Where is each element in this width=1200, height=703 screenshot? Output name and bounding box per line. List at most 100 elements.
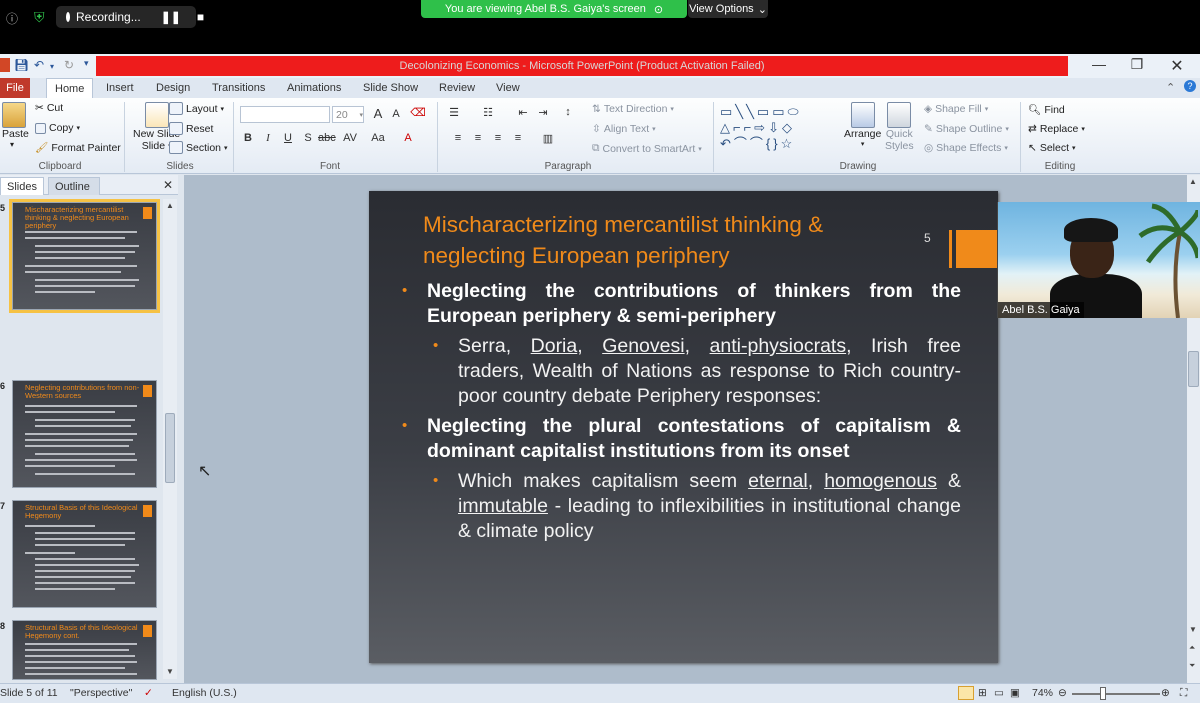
font-color-icon[interactable]: A (400, 132, 416, 144)
columns-icon[interactable]: ▥ (540, 132, 556, 145)
ribbon-minimize-icon[interactable]: ⌃ (1166, 81, 1175, 94)
find-button[interactable]: 🔍︎ Find (1028, 103, 1065, 117)
tab-insert[interactable]: Insert (98, 78, 142, 98)
theme-name[interactable]: "Perspective" (70, 687, 132, 699)
font-size-combo[interactable]: 20 ▾ (332, 106, 364, 123)
participant-video[interactable]: Abel B.S. Gaiya (997, 202, 1200, 318)
shadow-icon[interactable]: S (300, 132, 316, 144)
scrollbar-thumb[interactable] (165, 413, 175, 483)
slide-thumbnail-6[interactable]: Neglecting contributions from non-Wester… (12, 380, 157, 488)
tab-home[interactable]: Home (46, 78, 94, 98)
select-button[interactable]: ↖ Select ▾ (1028, 142, 1076, 154)
replace-button[interactable]: ⇄ Replace ▾ (1028, 123, 1085, 135)
zoom-level[interactable]: 74% (1032, 687, 1053, 699)
scrollbar-thumb[interactable] (1188, 351, 1199, 387)
tab-transitions[interactable]: Transitions (204, 78, 273, 98)
scroll-up-icon[interactable]: ▲ (1189, 177, 1197, 186)
shapes-gallery[interactable]: ▭╲╲▭▭⬭ △⌐⌐⇨⇩◇ ↶⌒⌒{}☆ (720, 104, 832, 154)
shape-fill-button[interactable]: ◈ Shape Fill ▾ (924, 103, 988, 115)
normal-view-icon[interactable] (958, 686, 974, 700)
format-painter-button[interactable]: 🖌︎ Format Painter (35, 141, 121, 155)
bullet-1-sub-text[interactable]: Serra, Doria, Genovesi, anti-physiocrats… (458, 334, 961, 409)
increase-indent-icon[interactable]: ⇥ (535, 106, 551, 119)
bullet-1-text[interactable]: Neglecting the contributions of thinkers… (427, 279, 961, 329)
copy-dropdown-icon[interactable]: ▾ (77, 124, 81, 132)
tab-file[interactable]: File (0, 78, 30, 98)
cut-button[interactable]: ✂ Cut (35, 102, 63, 114)
save-icon[interactable]: 💾︎ (14, 58, 29, 72)
slide-title[interactable]: Mischaracterizing mercantilist thinking … (423, 209, 903, 271)
justify-icon[interactable]: ≡ (510, 132, 526, 144)
shield-check-icon[interactable]: ⛨ (34, 9, 45, 26)
paste-button[interactable]: Paste ▾ (2, 102, 29, 149)
text-direction-button[interactable]: ⇅ Text Direction ▾ (592, 103, 674, 115)
align-left-icon[interactable]: ≡ (450, 132, 466, 144)
underline-icon[interactable]: U (280, 132, 296, 144)
layout-button[interactable]: Layout ▾ (169, 102, 224, 115)
close-button[interactable]: ✕ (1162, 56, 1192, 76)
help-icon[interactable]: ? (1184, 80, 1196, 92)
line-spacing-icon[interactable]: ↕ (560, 106, 576, 118)
stop-recording-icon[interactable]: ■ (197, 10, 204, 24)
undo-dropdown-icon[interactable]: ▾ (50, 62, 54, 71)
arrange-button[interactable]: Arrange ▾ (844, 102, 881, 148)
bullet-2-sub-text[interactable]: Which makes capitalism seem eternal, hom… (458, 469, 961, 544)
tab-design[interactable]: Design (148, 78, 198, 98)
tab-slides[interactable]: Slides (0, 177, 44, 195)
reading-view-icon[interactable]: ▭ (994, 687, 1004, 699)
quick-styles-button[interactable]: Quick Styles (885, 102, 914, 152)
copy-button[interactable]: Copy ▾ (35, 122, 80, 134)
tab-review[interactable]: Review (431, 78, 483, 98)
shrink-font-icon[interactable]: A (388, 108, 404, 120)
change-case-icon[interactable]: Aa (370, 132, 386, 144)
info-icon[interactable]: ⓘ (6, 10, 18, 27)
spellcheck-icon[interactable]: ✓ (144, 687, 153, 699)
previous-slide-icon[interactable]: ⏶ (1189, 643, 1195, 653)
decrease-indent-icon[interactable]: ⇤ (515, 106, 531, 119)
slides-panel-scrollbar[interactable]: ▲ ▼ (163, 199, 177, 679)
bold-icon[interactable]: B (240, 132, 256, 144)
align-center-icon[interactable]: ≡ (470, 132, 486, 144)
view-options-button[interactable]: View Options ⌄ (688, 0, 768, 18)
zoom-slider-knob[interactable] (1100, 687, 1106, 700)
paste-dropdown-icon[interactable]: ▾ (2, 140, 29, 149)
slide-thumbnail-7[interactable]: Structural Basis of this Ideological Heg… (12, 500, 157, 608)
customize-toolbar-icon[interactable]: ▾ (84, 58, 89, 69)
convert-smartart-button[interactable]: ⧉ Convert to SmartArt ▾ (592, 142, 702, 155)
fit-to-window-icon[interactable]: ⛶ (1180, 687, 1187, 700)
shape-effects-button[interactable]: ◎ Shape Effects ▾ (924, 142, 1008, 154)
align-right-icon[interactable]: ≡ (490, 132, 506, 144)
pause-recording-icon[interactable]: ❚❚ (161, 10, 181, 24)
tab-view[interactable]: View (488, 78, 528, 98)
slide-sorter-icon[interactable]: ⊞ (978, 687, 987, 699)
redo-icon[interactable]: ↻ (64, 58, 74, 72)
section-button[interactable]: Section ▾ (169, 141, 228, 154)
font-name-combo[interactable] (240, 106, 330, 123)
zoom-in-icon[interactable]: ⊕ (1161, 687, 1170, 699)
minimize-button[interactable]: — (1084, 56, 1114, 72)
tab-animations[interactable]: Animations (279, 78, 349, 98)
align-text-button[interactable]: ⇳ Align Text ▾ (592, 123, 656, 135)
reset-button[interactable]: Reset (169, 122, 213, 135)
clear-formatting-icon[interactable]: ⌫ (410, 106, 426, 119)
numbering-icon[interactable]: ☷ (480, 106, 496, 119)
maximize-button[interactable]: ❐ (1122, 56, 1152, 73)
bullet-2-text[interactable]: Neglecting the plural contestations of c… (427, 414, 961, 464)
italic-icon[interactable]: I (260, 132, 276, 144)
slide-thumbnail-8[interactable]: Structural Basis of this Ideological Heg… (12, 620, 157, 680)
language-indicator[interactable]: English (U.S.) (172, 687, 237, 699)
current-slide[interactable]: Mischaracterizing mercantilist thinking … (369, 191, 998, 663)
close-panel-icon[interactable]: ✕ (163, 178, 173, 192)
tab-slide-show[interactable]: Slide Show (355, 78, 426, 98)
character-spacing-icon[interactable]: AV (342, 132, 358, 144)
next-slide-icon[interactable]: ⏷ (1189, 661, 1195, 671)
undo-icon[interactable]: ↶ (34, 58, 44, 72)
shape-outline-button[interactable]: ✎ Shape Outline ▾ (924, 123, 1009, 135)
zoom-out-icon[interactable]: ⊖ (1058, 687, 1067, 699)
scroll-up-icon[interactable]: ▲ (166, 201, 174, 210)
bullets-icon[interactable]: ☰ (446, 106, 462, 119)
scroll-down-icon[interactable]: ▼ (166, 667, 174, 676)
scroll-down-icon[interactable]: ▼ (1189, 625, 1197, 634)
slide-thumbnail-5[interactable]: Mischaracterizing mercantilist thinking … (9, 199, 160, 313)
strikethrough-icon[interactable]: abc (318, 132, 336, 144)
